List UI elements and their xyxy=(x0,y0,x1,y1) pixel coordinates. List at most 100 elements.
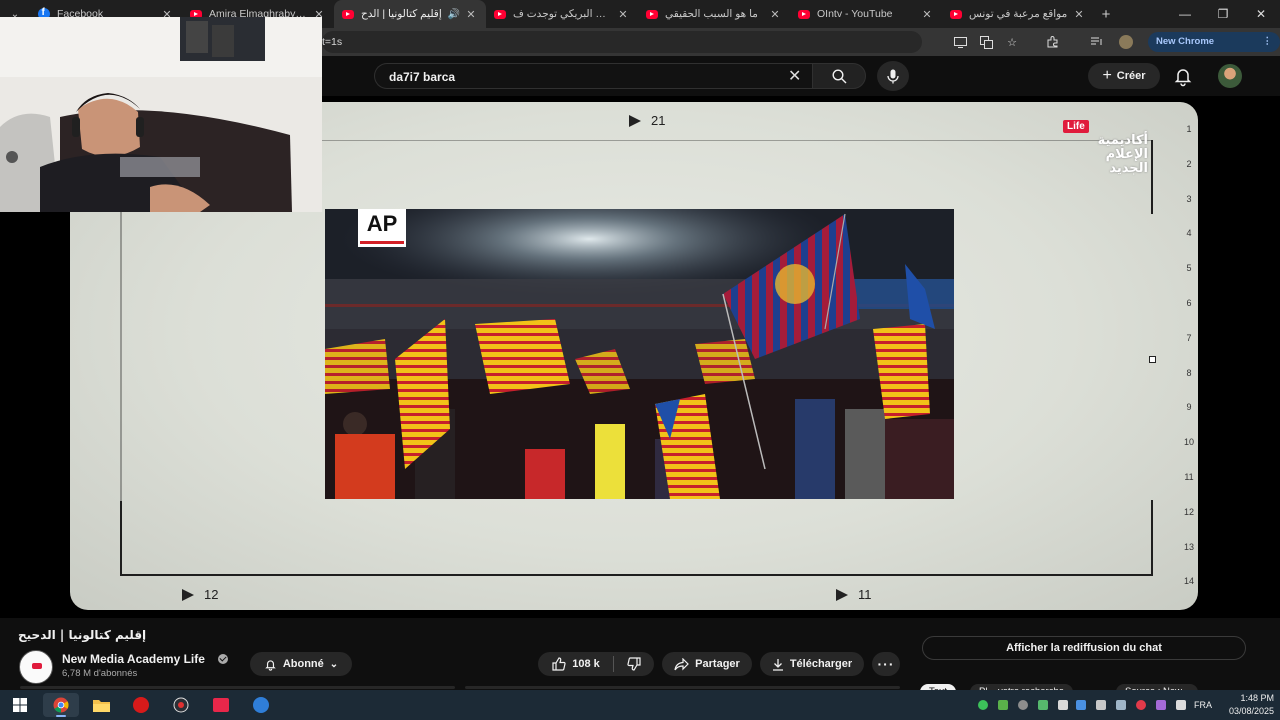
frame-handle xyxy=(1149,356,1156,363)
download-button[interactable]: Télécharger xyxy=(760,652,864,676)
subscriber-count: 6,78 M d'abonnés xyxy=(62,668,138,679)
search-button[interactable] xyxy=(812,63,866,89)
tray-app-icon[interactable] xyxy=(1176,700,1186,710)
ruler-number: 1 xyxy=(1186,124,1192,134)
streamer-webcam-overlay xyxy=(0,17,322,212)
tab-catalonia-active[interactable]: إقليم كتالونيا | الدح 🔊 ✕ xyxy=(334,0,486,28)
more-horizontal-icon: ··· xyxy=(877,656,895,672)
clear-search-icon[interactable]: ✕ xyxy=(788,66,801,86)
restore-icon[interactable]: ❐ xyxy=(1204,0,1242,28)
taskbar-chrome[interactable] xyxy=(43,693,79,717)
academy-line: أكاديمية xyxy=(1097,133,1148,148)
bookmark-star-icon[interactable]: ☆ xyxy=(1002,32,1022,52)
tray-app-icon[interactable] xyxy=(1058,700,1068,710)
share-button[interactable]: Partager xyxy=(662,652,752,676)
tab-close-icon[interactable]: ✕ xyxy=(920,8,934,21)
tab-close-icon[interactable]: ✕ xyxy=(464,8,478,21)
taskbar-app-blue[interactable] xyxy=(243,693,279,717)
dislike-button[interactable] xyxy=(614,652,654,676)
taskbar-app-capture[interactable] xyxy=(163,693,199,717)
create-button[interactable]: + Créer xyxy=(1088,63,1160,89)
tab-real-reason[interactable]: ما هو السبب الحقيقي ✕ xyxy=(638,0,790,28)
tray-app-icon[interactable] xyxy=(1038,700,1048,710)
like-button[interactable]: 108 k xyxy=(538,652,614,676)
tray-app-icon[interactable] xyxy=(1136,700,1146,710)
like-count: 108 k xyxy=(572,658,600,670)
tab-label: مواقع مرعبة في تونس xyxy=(969,8,1068,20)
search-input[interactable]: da7i7 barca xyxy=(374,63,818,89)
academy-line: الإعلام xyxy=(1105,147,1148,162)
stadium-crowd-photo: AP xyxy=(325,209,954,499)
channel-name-link[interactable]: New Media Academy Life xyxy=(62,652,205,666)
ruler-number: 12 xyxy=(1183,506,1194,517)
more-actions-button[interactable]: ··· xyxy=(872,652,900,676)
share-arrow-icon xyxy=(674,657,690,670)
counter-value: 21 xyxy=(651,113,666,128)
subscribed-button[interactable]: Abonné ⌄ xyxy=(250,652,352,676)
media-control-icon[interactable] xyxy=(1087,32,1107,52)
channel-avatar[interactable] xyxy=(19,650,53,684)
account-avatar[interactable] xyxy=(1218,64,1242,88)
address-bar[interactable]: t=1s xyxy=(322,31,922,53)
film-counter-bottom-right: 11 xyxy=(836,587,872,602)
ruler-number: 4 xyxy=(1186,228,1192,239)
tab-close-icon[interactable]: ✕ xyxy=(1072,8,1086,21)
address-bar-text: t=1s xyxy=(322,36,343,48)
translate-icon[interactable] xyxy=(976,32,996,52)
youtube-icon xyxy=(950,9,962,19)
ruler-number: 11 xyxy=(1184,472,1194,482)
youtube-icon xyxy=(646,9,658,19)
tab-close-icon[interactable]: ✕ xyxy=(768,8,782,21)
taskbar-app-editor[interactable] xyxy=(203,693,239,717)
video-info-section: إقليم كتالونيا | الدحيح New Media Academ… xyxy=(0,618,1280,700)
language-indicator[interactable]: FRA xyxy=(1194,700,1212,710)
counter-value: 12 xyxy=(204,587,219,602)
minimize-icon[interactable]: — xyxy=(1166,0,1204,28)
extensions-icon[interactable] xyxy=(1043,32,1063,52)
close-window-icon[interactable]: ✕ xyxy=(1242,0,1280,28)
tray-app-icon[interactable] xyxy=(998,700,1008,710)
webcam-feed xyxy=(0,17,322,212)
play-triangle-icon xyxy=(836,588,848,601)
download-icon xyxy=(772,658,783,671)
more-vertical-icon[interactable]: ⋮ xyxy=(1263,32,1273,52)
taskbar-file-explorer[interactable] xyxy=(83,693,119,717)
tray-app-icon[interactable] xyxy=(1096,700,1106,710)
show-chat-replay-button[interactable]: Afficher la rediffusion du chat xyxy=(922,636,1246,660)
audio-playing-icon[interactable]: 🔊 xyxy=(448,9,460,20)
install-app-icon[interactable] xyxy=(950,32,970,52)
ruler-number: 7 xyxy=(1186,332,1192,343)
tray-app-icon[interactable] xyxy=(978,700,988,710)
tray-app-icon[interactable] xyxy=(1116,700,1126,710)
taskbar-app-red[interactable] xyxy=(123,693,159,717)
film-counter-bottom-left: 12 xyxy=(182,587,218,602)
tray-app-icon[interactable] xyxy=(1156,700,1166,710)
thumbs-up-icon xyxy=(552,657,566,671)
new-chrome-available-button[interactable]: New Chrome available ⋮ xyxy=(1148,32,1280,67)
youtube-icon xyxy=(798,9,810,19)
ruler-number: 2 xyxy=(1186,158,1192,169)
search-query-text: da7i7 barca xyxy=(389,70,456,84)
new-tab-button[interactable]: + xyxy=(1094,6,1118,23)
channel-watermark-logo: Life أكاديمية الإعلام الجديد xyxy=(1058,118,1154,180)
frame-line-bottom xyxy=(120,574,1153,576)
voice-search-button[interactable] xyxy=(877,61,909,91)
tab-close-icon[interactable]: ✕ xyxy=(616,8,630,21)
tab-olntv[interactable]: OIntv - YouTube ✕ xyxy=(790,0,942,28)
tab-scary-places[interactable]: مواقع مرعبة في تونس ✕ xyxy=(942,0,1094,28)
windows-taskbar: FRA 1:48 PM 03/08/2025 xyxy=(0,690,1280,720)
notifications-bell-icon[interactable] xyxy=(1172,65,1194,87)
clock-date[interactable]: 03/08/2025 xyxy=(1222,706,1274,716)
search-icon xyxy=(831,68,846,83)
tray-app-icon[interactable] xyxy=(1076,700,1086,710)
youtube-icon xyxy=(342,9,354,19)
capture-app-icon xyxy=(173,697,189,713)
clock-time[interactable]: 1:48 PM xyxy=(1222,693,1274,703)
profile-avatar-icon[interactable] xyxy=(1116,32,1136,52)
tray-app-icon[interactable] xyxy=(1018,700,1028,710)
chevron-down-icon: ⌄ xyxy=(329,658,339,670)
description-skeleton xyxy=(20,686,455,689)
editor-app-icon xyxy=(213,698,229,712)
start-button[interactable] xyxy=(2,693,38,717)
tab-bilal[interactable]: بلال البريكي توجدت ف ✕ xyxy=(486,0,638,28)
